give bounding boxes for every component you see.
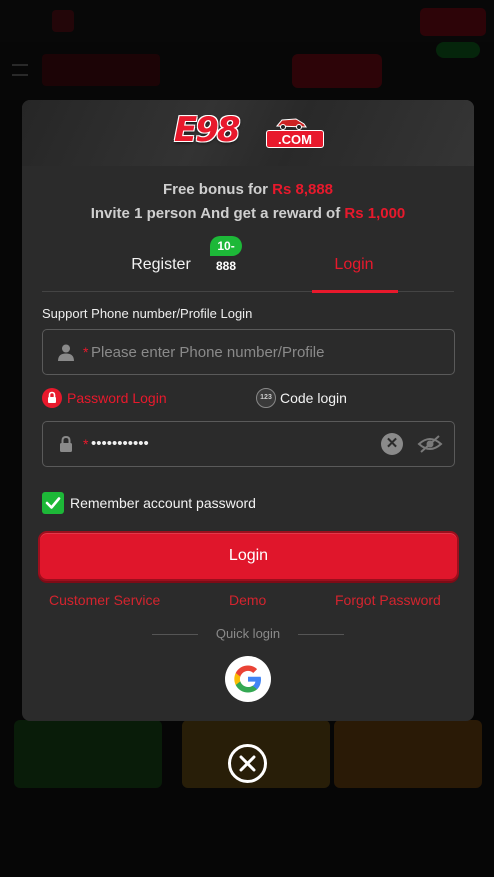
support-login-label: Support Phone number/Profile Login <box>42 306 253 321</box>
forgot-password-link[interactable]: Forgot Password <box>335 592 441 608</box>
google-icon <box>234 665 261 693</box>
login-modal: E98 .COM Free bonus for Rs 8,888 Invite … <box>22 100 474 721</box>
lock-icon <box>60 435 72 452</box>
divider-line <box>298 634 344 635</box>
auth-tabs: Register 10-888 Login <box>42 236 454 293</box>
password-login-label: Password Login <box>67 390 167 406</box>
google-login-button[interactable] <box>225 656 271 702</box>
tab-register[interactable]: Register 10-888 <box>102 236 243 292</box>
demo-link[interactable]: Demo <box>229 592 266 608</box>
eye-off-icon[interactable] <box>417 434 443 454</box>
promo-bonus-amount: Rs 8,888 <box>272 181 334 198</box>
password-input[interactable]: * ••••••••••• ✕ <box>42 421 455 467</box>
close-icon <box>239 755 256 772</box>
car-icon <box>275 118 307 130</box>
modal-header: E98 .COM <box>22 100 474 166</box>
user-icon <box>58 344 74 361</box>
active-tab-indicator <box>312 290 398 293</box>
promo-invite-text: Invite 1 person And get a reward of <box>90 205 345 222</box>
promo-bonus-line: Free bonus for Rs 8,888 <box>22 181 474 198</box>
close-modal-button[interactable] <box>228 744 267 783</box>
code-login-label: Code login <box>280 390 347 406</box>
customer-service-link[interactable]: Customer Service <box>49 592 160 608</box>
lock-icon <box>42 388 62 408</box>
numeric-code-icon: 123 <box>256 388 276 408</box>
promo-invite-amount: Rs 1,000 <box>344 205 406 222</box>
clear-icon[interactable]: ✕ <box>381 433 403 455</box>
promo-bonus-text: Free bonus for <box>162 181 273 198</box>
register-bonus-badge: 10-888 <box>210 236 243 273</box>
brand-logo-text: E98 <box>174 110 241 150</box>
tab-login-label: Login <box>334 256 374 273</box>
phone-input[interactable]: * Please enter Phone number/Profile <box>42 329 455 375</box>
checkmark-icon <box>45 497 61 509</box>
phone-placeholder: Please enter Phone number/Profile <box>91 344 325 361</box>
remember-label: Remember account password <box>70 495 256 511</box>
brand-logo-suffix: .COM <box>266 130 324 148</box>
quick-login-divider: Quick login <box>152 626 344 642</box>
remember-checkbox[interactable] <box>42 492 64 514</box>
login-mode-switch: Password Login 123 Code login <box>42 388 454 410</box>
password-value: ••••••••••• <box>91 435 149 452</box>
auxiliary-links: Customer Service Demo Forgot Password <box>22 592 474 610</box>
phone-required-mark: * <box>83 344 89 360</box>
brand-logo: E98 .COM <box>174 110 326 152</box>
tab-login[interactable]: Login <box>310 250 398 293</box>
promo-invite-line: Invite 1 person And get a reward of Rs 1… <box>22 205 474 222</box>
password-required-mark: * <box>83 436 89 452</box>
tab-register-label: Register <box>131 256 191 273</box>
login-submit-button[interactable]: Login <box>38 531 459 581</box>
